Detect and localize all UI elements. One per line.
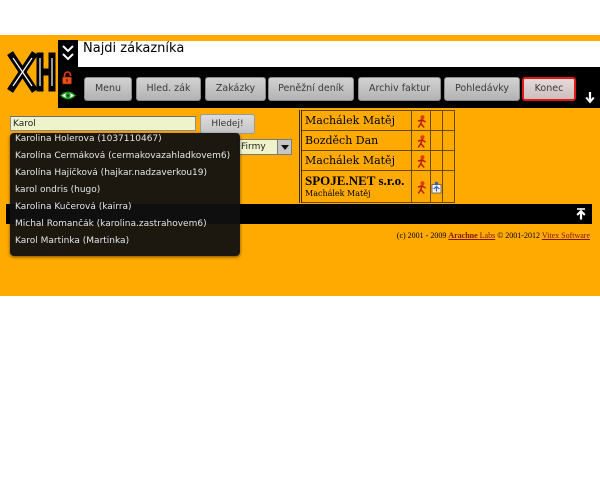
eye-icon[interactable] (60, 90, 76, 101)
autocomplete-item[interactable]: Karol Martinka (Martinka) (10, 236, 240, 253)
autocomplete-list: Karolina Holerova (1037110467) Karolína … (10, 133, 240, 256)
find-customer-button[interactable]: Hled. zák (136, 77, 201, 101)
autocomplete-item[interactable]: Karolína Hajíčková (hajkar.nadzaverkou19… (10, 168, 240, 185)
copyright-text: © 2001-2012 (497, 231, 540, 240)
autocomplete-item[interactable]: Karolina Holerova (1037110467) (10, 134, 240, 151)
copyright-text: (c) 2001 - 2009 (396, 231, 447, 240)
table-row: Machálek Matěj (299, 110, 456, 131)
icon-cell (429, 170, 443, 203)
invoice-archive-button[interactable]: Archiv faktur (358, 77, 441, 101)
customer-name[interactable]: Bozděch Dan (299, 130, 413, 151)
link-rest-text: Labs (479, 231, 496, 240)
vitex-software-link[interactable]: Vitex Software (542, 231, 590, 240)
empty-cell (441, 170, 456, 203)
empty-cell (441, 150, 456, 171)
search-type-select[interactable]: Firmy (238, 139, 292, 155)
contact-card-icon[interactable] (431, 181, 442, 194)
menu-button[interactable]: Menu (84, 77, 132, 101)
arrow-up-icon[interactable] (576, 208, 586, 220)
arrow-down-icon[interactable] (585, 91, 595, 104)
exit-button[interactable]: Konec (522, 77, 576, 101)
table-row: Bozděch Dan (299, 130, 456, 151)
cash-journal-button[interactable]: Peněžní deník (268, 77, 354, 101)
icon-cell (411, 170, 431, 203)
app-logo (6, 50, 58, 94)
empty-cell (441, 110, 456, 131)
lock-open-icon[interactable] (61, 71, 75, 85)
icon-cell (411, 150, 431, 171)
autocomplete-item[interactable]: karol ondris (hugo) (10, 185, 240, 202)
side-toolbar (58, 40, 78, 108)
company-contact: Machálek Matěj (305, 189, 371, 198)
person-icon[interactable] (416, 155, 427, 168)
dropdown-arrow-icon (277, 140, 291, 154)
empty-cell (429, 150, 443, 171)
autocomplete-item[interactable]: Karolina Kučerová (kairra) (10, 202, 240, 219)
orders-button[interactable]: Zakázky (205, 77, 266, 101)
results-table: Machálek Matěj Bozděch Dan Machálek Matě… (299, 110, 456, 203)
person-icon[interactable] (416, 181, 427, 194)
link-strong-text: Arachne (448, 231, 478, 240)
icon-cell (411, 110, 431, 131)
company-name: SPOJE.NET s.r.o. (305, 173, 405, 188)
person-icon[interactable] (416, 115, 427, 128)
autocomplete-item[interactable]: Karolína Čermáková (cermakovazahladkovem… (10, 151, 240, 168)
arachne-labs-link[interactable]: Arachne Labs (448, 231, 495, 240)
double-chevron-down-icon[interactable] (61, 43, 75, 64)
empty-cell (429, 110, 443, 131)
receivables-button[interactable]: Pohledávky (444, 77, 520, 101)
table-row: Machálek Matěj (299, 150, 456, 171)
copyright-footer: (c) 2001 - 2009 Arachne Labs © 2001-2012… (397, 231, 590, 241)
search-type-value: Firmy (241, 142, 266, 152)
customer-name[interactable]: Machálek Matěj (299, 150, 413, 171)
person-icon[interactable] (416, 135, 427, 148)
main-toolbar: Menu Hled. zák Zakázky Peněžní deník Arc… (78, 67, 600, 108)
empty-cell (429, 130, 443, 151)
search-input[interactable] (10, 116, 196, 131)
empty-cell (441, 130, 456, 151)
icon-cell (411, 130, 431, 151)
autocomplete-item[interactable]: Michal Romančák (karolina.zastrahovem6) (10, 219, 240, 236)
title-bar: Najdi zákazníka (78, 41, 600, 67)
page-title: Najdi zákazníka (83, 41, 185, 56)
customer-name[interactable]: Machálek Matěj (299, 110, 413, 131)
company-cell[interactable]: SPOJE.NET s.r.o. Machálek Matěj (299, 170, 413, 203)
search-button[interactable]: Hledej! (200, 114, 255, 134)
table-row: SPOJE.NET s.r.o. Machálek Matěj (299, 170, 456, 203)
